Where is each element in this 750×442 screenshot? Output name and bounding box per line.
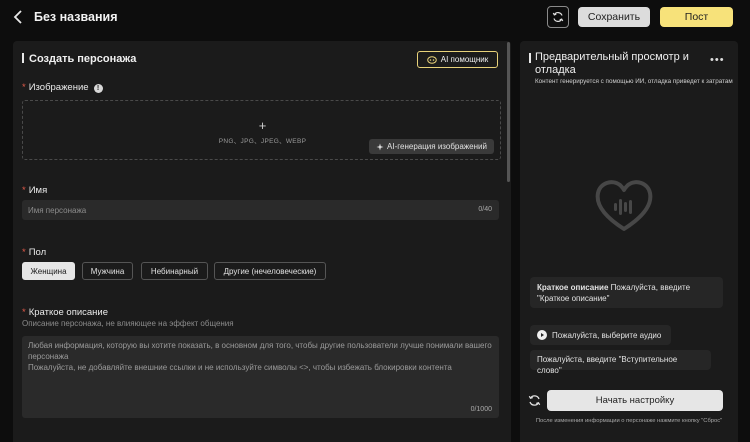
ai-image-generate-button[interactable]: AI-генерация изображений <box>369 139 494 154</box>
ai-helper-button[interactable]: AI помощник <box>417 51 498 68</box>
refresh-icon <box>552 12 564 22</box>
description-hint: Описание персонажа, не влияющее на эффек… <box>22 319 234 328</box>
section-title: Создать персонажа <box>22 53 136 65</box>
gender-label: Пол <box>28 247 47 258</box>
description-counter: 0/1000 <box>470 406 492 413</box>
required-mark: * <box>22 307 26 318</box>
refresh-button[interactable] <box>547 6 569 28</box>
back-icon[interactable] <box>13 10 25 24</box>
sparkle-icon <box>376 143 384 150</box>
start-setup-button[interactable]: Начать настройку <box>547 390 723 411</box>
more-icon[interactable]: ••• <box>710 54 725 66</box>
description-label-row: * Краткое описание <box>22 307 108 318</box>
save-button[interactable]: Сохранить <box>578 7 650 27</box>
help-icon[interactable]: ! <box>93 84 103 93</box>
image-label: Изображение <box>28 82 89 93</box>
gender-option-nonbinary[interactable]: Небинарный <box>141 262 208 280</box>
required-mark: * <box>22 247 26 258</box>
gender-label-row: * Пол <box>22 247 46 258</box>
required-mark: * <box>22 82 26 93</box>
name-field: 0/40 <box>22 200 499 220</box>
summary-card[interactable]: Краткое описание Пожалуйста, введите "Кр… <box>530 277 723 308</box>
description-field: 0/1000 <box>22 336 499 418</box>
name-label: Имя <box>28 185 48 196</box>
preview-footnote: После изменения информации о персонаже н… <box>535 418 723 424</box>
ai-helper-label: AI помощник <box>440 55 489 64</box>
editor-scrollbar[interactable] <box>507 42 510 182</box>
select-audio-label: Пожалуйста, выберите аудио <box>552 330 662 340</box>
preview-note: Контент генерируется с помощью ИИ, отлад… <box>535 78 733 85</box>
ai-helper-icon <box>426 55 437 64</box>
reset-icon[interactable] <box>528 394 541 407</box>
required-mark: * <box>22 185 26 196</box>
top-bar: Без названия Сохранить Пост <box>0 0 750 36</box>
preview-title: Предварительный просмотр и отладка <box>529 51 705 77</box>
image-label-row: * Изображение! <box>22 82 103 93</box>
select-audio-button[interactable]: Пожалуйста, выберите аудио <box>530 325 671 345</box>
heart-voice-icon <box>595 180 653 231</box>
description-label: Краткое описание <box>28 307 109 318</box>
gender-option-male[interactable]: Мужчина <box>82 262 133 280</box>
character-editor-panel: Создать персонажа AI помощник * Изображен… <box>13 41 511 442</box>
ai-image-generate-label: AI-генерация изображений <box>387 142 487 151</box>
post-button[interactable]: Пост <box>660 7 733 27</box>
page-title: Без названия <box>34 10 118 24</box>
plus-icon: + <box>258 118 267 133</box>
description-textarea[interactable] <box>28 340 494 396</box>
gender-option-other[interactable]: Другие (нечеловеческие) <box>214 262 326 280</box>
name-label-row: * Имя <box>22 185 47 196</box>
intro-card[interactable]: Пожалуйста, введите "Вступительное слово… <box>530 350 711 375</box>
play-icon <box>537 330 547 340</box>
name-input[interactable] <box>28 200 448 220</box>
gender-option-female[interactable]: Женщина <box>22 262 75 280</box>
summary-label: Краткое описание <box>537 283 609 292</box>
name-counter: 0/40 <box>478 206 492 213</box>
image-upload-area[interactable]: + PNG、JPG、JPEG、WEBP AI-генерация изображ… <box>22 100 501 160</box>
preview-panel: Предварительный просмотр и отладка ••• К… <box>520 41 738 442</box>
